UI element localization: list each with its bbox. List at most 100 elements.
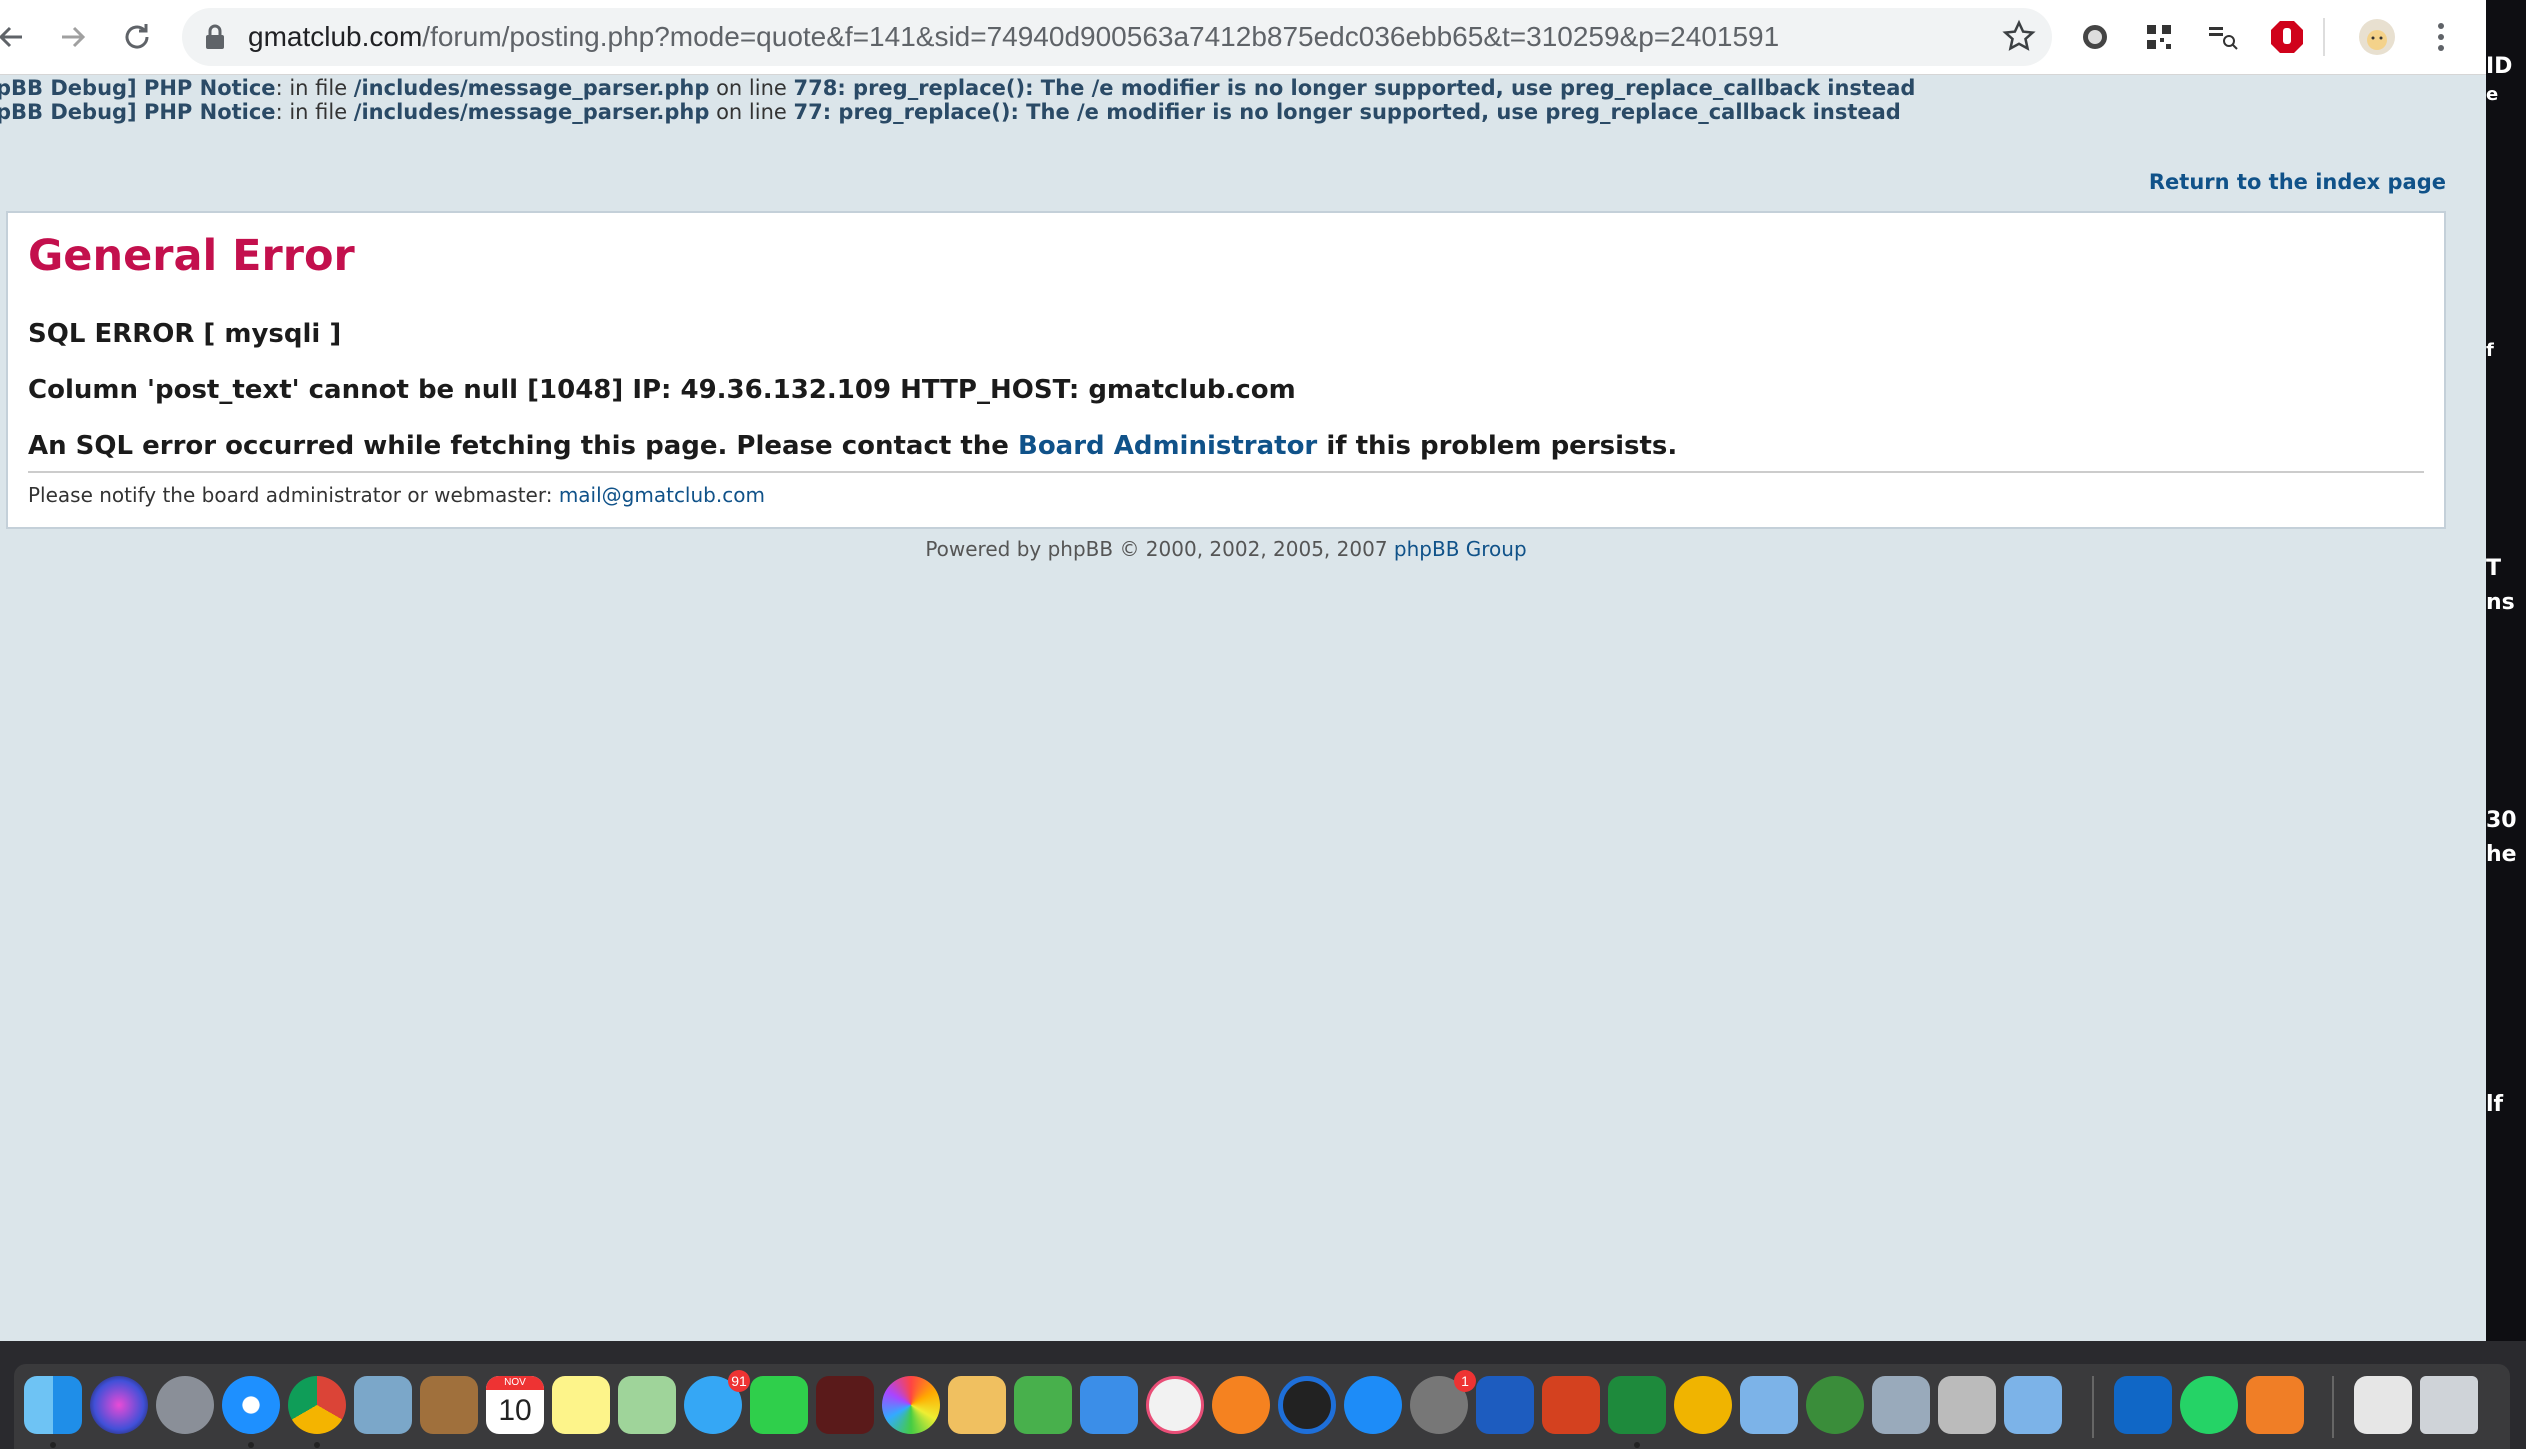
powerpoint-icon[interactable] xyxy=(1542,1376,1600,1434)
adblock-extension-button[interactable] xyxy=(2266,16,2308,58)
minimized-window-icon[interactable] xyxy=(2354,1376,2412,1434)
edge-text-5: ns xyxy=(2486,590,2515,615)
browser-toolbar: gmatclub.com/forum/posting.php?mode=quot… xyxy=(0,0,2486,75)
reload-button[interactable] xyxy=(112,12,162,62)
debug-message: : preg_replace(): The /e modifier is no … xyxy=(822,100,1901,124)
contacts-icon[interactable] xyxy=(420,1376,478,1434)
error-message-before: An SQL error occurred while fetching thi… xyxy=(28,431,1018,461)
debug-line-number: 77 xyxy=(793,100,823,124)
dock-separator xyxy=(2092,1376,2094,1438)
notify-text: Please notify the board administrator or… xyxy=(28,483,765,507)
edge-text-7: he xyxy=(2486,842,2517,867)
edge-text-3: f xyxy=(2486,340,2494,361)
dock-separator xyxy=(2332,1376,2334,1438)
profile-avatar-button[interactable] xyxy=(2356,16,2398,58)
messages-icon[interactable]: 91 xyxy=(684,1370,750,1434)
messenger-icon[interactable] xyxy=(2004,1376,2062,1434)
photos-icon[interactable] xyxy=(882,1376,940,1434)
debug-notice-2: pBB Debug] PHP Notice: in file /includes… xyxy=(0,100,1901,124)
calendar-icon[interactable]: NOV 10 xyxy=(486,1376,544,1434)
notes-icon[interactable] xyxy=(552,1376,610,1434)
back-button[interactable] xyxy=(0,12,36,62)
edge-text-4: T xyxy=(2486,556,2502,581)
reload-icon xyxy=(125,24,149,49)
webmaster-email-link[interactable]: mail@gmatclub.com xyxy=(559,483,765,507)
system-preferences-icon[interactable]: 1 xyxy=(1410,1370,1476,1434)
debug-prefix: pBB Debug] PHP Notice xyxy=(0,76,276,100)
browser-window: gmatclub.com/forum/posting.php?mode=quot… xyxy=(0,0,2486,1341)
running-indicator xyxy=(50,1442,56,1448)
vertical-dots-icon xyxy=(2438,23,2444,51)
downloader-icon[interactable] xyxy=(1806,1376,1864,1434)
browser-menu-button[interactable] xyxy=(2420,16,2462,58)
messages-badge: 91 xyxy=(728,1370,750,1392)
calendar-month: NOV xyxy=(486,1376,544,1390)
edge-text-6: 30 xyxy=(2486,808,2517,833)
macos-dock: NOV 10 91 1 xyxy=(14,1364,2510,1449)
forward-button[interactable] xyxy=(48,12,98,62)
qr-extension-button[interactable] xyxy=(2138,16,2180,58)
debug-on-line: on line xyxy=(709,100,794,124)
numbers-icon[interactable] xyxy=(1014,1376,1072,1434)
edge-text-8: lf xyxy=(2486,1092,2504,1117)
lync-icon[interactable] xyxy=(1740,1376,1798,1434)
page-title: General Error xyxy=(28,231,355,281)
maps-icon[interactable] xyxy=(618,1376,676,1434)
divider xyxy=(28,471,2424,473)
keynote-icon[interactable] xyxy=(1080,1376,1138,1434)
word-icon[interactable] xyxy=(1476,1376,1534,1434)
facetime-icon[interactable] xyxy=(750,1376,808,1434)
phpbb-group-link[interactable]: phpBB Group xyxy=(1394,537,1527,561)
calendar-day: 10 xyxy=(498,1394,532,1427)
mail-app-icon[interactable] xyxy=(354,1376,412,1434)
network-utility-icon[interactable] xyxy=(1872,1376,1930,1434)
qr-code-icon xyxy=(2147,25,2171,49)
edge-text-1: ID xyxy=(2486,54,2513,79)
url-path: /forum/posting.php?mode=quote&f=141&sid=… xyxy=(422,21,1780,52)
excel-icon[interactable] xyxy=(1608,1376,1666,1434)
avatar-icon xyxy=(2359,19,2395,55)
preferences-badge: 1 xyxy=(1454,1370,1476,1392)
return-to-index-link[interactable]: Return to the index page xyxy=(2149,170,2446,194)
safari-icon[interactable] xyxy=(222,1376,280,1434)
finder-icon[interactable] xyxy=(24,1376,82,1434)
outlook-legacy-icon[interactable] xyxy=(1674,1376,1732,1434)
photo-booth-icon[interactable] xyxy=(816,1376,874,1434)
keychain-icon[interactable] xyxy=(1938,1376,1996,1434)
address-bar[interactable]: gmatclub.com/forum/posting.php?mode=quot… xyxy=(182,8,2052,66)
app-store-icon[interactable] xyxy=(1344,1376,1402,1434)
debug-in-file: : in file xyxy=(275,100,354,124)
url-text[interactable]: gmatclub.com/forum/posting.php?mode=quot… xyxy=(248,8,1779,66)
search-extension-button[interactable] xyxy=(2202,16,2244,58)
board-administrator-link[interactable]: Board Administrator xyxy=(1018,431,1317,461)
arrow-right-icon xyxy=(62,26,86,48)
siri-icon[interactable] xyxy=(90,1376,148,1434)
trash-icon[interactable] xyxy=(2420,1376,2478,1434)
chrome-icon[interactable] xyxy=(288,1376,346,1434)
bookmark-app-icon[interactable] xyxy=(2246,1376,2304,1434)
pages-icon[interactable] xyxy=(948,1376,1006,1434)
debug-message: : preg_replace(): The /e modifier is no … xyxy=(837,76,1916,100)
itunes-icon[interactable] xyxy=(1146,1376,1204,1434)
books-icon[interactable] xyxy=(1212,1376,1270,1434)
footer-text: Powered by phpBB © 2000, 2002, 2005, 200… xyxy=(925,537,1394,561)
extension-circle-button[interactable] xyxy=(2074,16,2116,58)
whatsapp-icon[interactable] xyxy=(2180,1376,2238,1434)
lock-icon xyxy=(206,24,224,49)
debug-notice-1: pBB Debug] PHP Notice: in file /includes… xyxy=(0,76,1915,100)
debug-file: /includes/message_parser.php xyxy=(353,76,710,100)
debug-on-line: on line xyxy=(709,76,794,100)
background-window-edge: ID e f T ns 30 he lf xyxy=(2486,0,2526,1341)
running-indicator xyxy=(248,1442,254,1448)
quicktime-icon[interactable] xyxy=(1278,1376,1336,1434)
circle-extension-icon xyxy=(2083,25,2107,49)
outlook-icon[interactable] xyxy=(2114,1376,2172,1434)
stop-hand-icon xyxy=(2271,21,2303,53)
bookmark-star-icon[interactable] xyxy=(2000,18,2038,56)
running-indicator xyxy=(314,1442,320,1448)
running-indicator xyxy=(1634,1442,1640,1448)
debug-line-number: 778 xyxy=(793,76,838,100)
debug-file: /includes/message_parser.php xyxy=(353,100,710,124)
page-footer: Powered by phpBB © 2000, 2002, 2005, 200… xyxy=(0,537,2452,561)
launchpad-icon[interactable] xyxy=(156,1376,214,1434)
